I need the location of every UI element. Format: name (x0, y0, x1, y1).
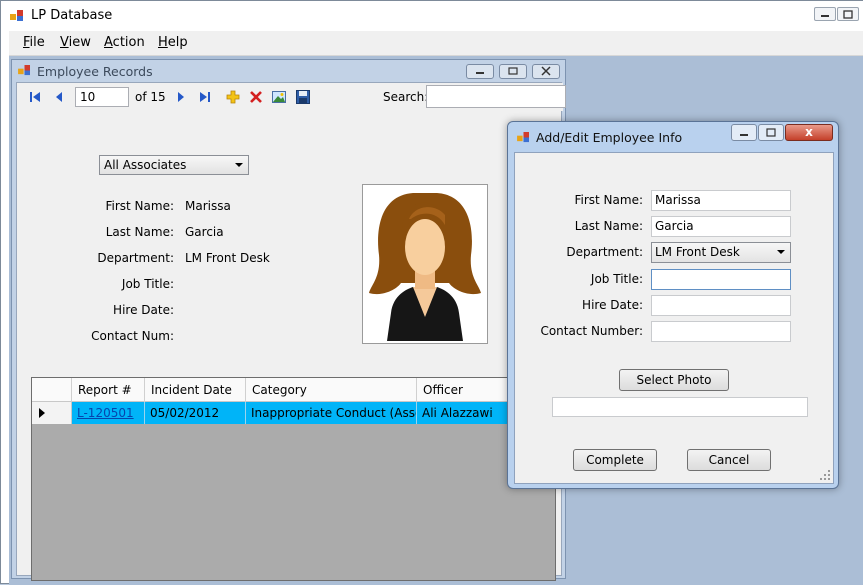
menu-help-label: elp (167, 35, 188, 50)
last-name-field[interactable]: Garcia (651, 216, 791, 237)
title-bar: LP Database (1, 1, 863, 31)
dlg-contact-number-label: Contact Number: (540, 324, 643, 338)
column-header-incident-date[interactable]: Incident Date (145, 378, 246, 402)
child-restore-button[interactable] (499, 64, 527, 79)
dlg-last-name-label: Last Name: (574, 219, 643, 233)
menu-file-label: ile (29, 35, 45, 50)
maximize-icon (843, 10, 853, 19)
dialog-title: Add/Edit Employee Info (536, 130, 683, 145)
department-select[interactable]: LM Front Desk (651, 242, 791, 263)
dialog-icon (517, 132, 529, 143)
child-close-button[interactable] (532, 64, 560, 79)
save-icon[interactable] (295, 89, 311, 105)
job-title-field[interactable] (651, 269, 791, 290)
move-next-icon[interactable] (173, 89, 189, 105)
first-name-field[interactable]: Marissa (651, 190, 791, 211)
report-link[interactable]: L-120501 (77, 406, 134, 420)
filter-selected-value: All Associates (104, 158, 187, 172)
chevron-down-icon (777, 250, 785, 254)
app-title: LP Database (31, 8, 113, 23)
job-title-label: Job Title: (121, 277, 174, 291)
grid-corner (32, 378, 72, 402)
main-window: LP Database File View Action Help Employ… (0, 0, 863, 585)
menu-view-accel: V (60, 35, 69, 50)
table-row[interactable]: L-120501 05/02/2012 Inappropriate Conduc… (72, 402, 557, 424)
move-last-icon[interactable] (197, 89, 213, 105)
dlg-job-title-label: Job Title: (590, 272, 643, 286)
dialog-body: First Name: Marissa Last Name: Garcia De… (514, 152, 834, 484)
menu-help-accel: H (158, 35, 168, 50)
department-value: LM Front Desk (185, 251, 270, 265)
column-header-category[interactable]: Category (246, 378, 417, 402)
menu-view[interactable]: View (60, 35, 91, 50)
cell-category[interactable]: Inappropriate Conduct (Associate) (246, 402, 417, 424)
search-label: Search: (383, 90, 429, 104)
column-header-report[interactable]: Report # (72, 378, 145, 402)
menu-action[interactable]: Action (104, 35, 145, 50)
add-edit-employee-dialog: Add/Edit Employee Info x First Name: Mar… (507, 121, 839, 489)
person-avatar-icon (369, 193, 481, 341)
current-row-arrow-icon (39, 408, 45, 418)
first-name-label: First Name: (105, 199, 174, 213)
window-title: Employee Records (37, 64, 153, 79)
dialog-minimize-button[interactable] (731, 124, 757, 141)
close-icon (541, 66, 551, 76)
menu-help[interactable]: Help (158, 35, 188, 50)
last-name-value: Garcia (185, 225, 224, 239)
first-name-value: Marissa (185, 199, 231, 213)
menu-view-label: iew (68, 35, 91, 50)
menu-action-label: ction (112, 35, 145, 50)
associate-filter-select[interactable]: All Associates (99, 155, 249, 175)
employee-photo (362, 184, 488, 344)
move-previous-icon[interactable] (51, 89, 67, 105)
dialog-maximize-button[interactable] (758, 124, 784, 141)
dlg-first-name-label: First Name: (574, 193, 643, 207)
last-name-label: Last Name: (105, 225, 174, 239)
add-new-icon[interactable] (225, 89, 241, 105)
dlg-hire-date-label: Hire Date: (582, 298, 643, 312)
close-icon: x (805, 125, 813, 139)
minimize-icon (821, 15, 829, 17)
menu-action-accel: A (104, 35, 113, 50)
dlg-department-label: Department: (566, 245, 643, 259)
chevron-down-icon (235, 163, 243, 167)
contact-number-field[interactable] (651, 321, 791, 342)
hire-date-label: Hire Date: (113, 303, 174, 317)
employee-records-panel: 10 of 15 Search: All Associates First Na… (16, 82, 566, 581)
restore-icon (508, 67, 518, 75)
picture-icon[interactable] (271, 89, 287, 105)
select-photo-button[interactable]: Select Photo (619, 369, 729, 391)
position-input[interactable]: 10 (75, 87, 129, 107)
child-minimize-button[interactable] (466, 64, 494, 79)
department-selected-value: LM Front Desk (655, 245, 740, 259)
hire-date-field[interactable] (651, 295, 791, 316)
cell-incident-date[interactable]: 05/02/2012 (145, 402, 246, 424)
minimize-icon (476, 72, 484, 74)
binding-navigator: 10 of 15 Search: (17, 83, 566, 111)
move-first-icon[interactable] (27, 89, 43, 105)
menu-file[interactable]: File (23, 35, 45, 50)
minimize-button[interactable] (814, 7, 836, 21)
complete-button[interactable]: Complete (573, 449, 657, 471)
grid-header: Report # Incident Date Category Officer (32, 378, 557, 402)
search-input[interactable] (426, 85, 566, 108)
incident-grid: Report # Incident Date Category Officer … (31, 377, 557, 581)
employee-records-window: Employee Records 10 of 15 Search: All As… (11, 59, 566, 581)
cancel-button[interactable]: Cancel (687, 449, 771, 471)
contact-num-label: Contact Num: (91, 329, 174, 343)
resize-grip-icon[interactable] (819, 469, 831, 481)
record-count: of 15 (135, 90, 166, 104)
photo-path-field[interactable] (552, 397, 808, 417)
minimize-icon (740, 134, 748, 136)
maximize-button[interactable] (837, 7, 859, 21)
cell-report[interactable]: L-120501 (72, 402, 145, 424)
department-label: Department: (97, 251, 174, 265)
menu-bar: File View Action Help (9, 31, 863, 56)
dialog-close-button[interactable]: x (785, 124, 833, 141)
window-icon (18, 65, 30, 76)
maximize-icon (766, 128, 776, 137)
row-header[interactable] (32, 402, 72, 424)
delete-icon[interactable] (248, 89, 264, 105)
app-icon (10, 10, 23, 21)
